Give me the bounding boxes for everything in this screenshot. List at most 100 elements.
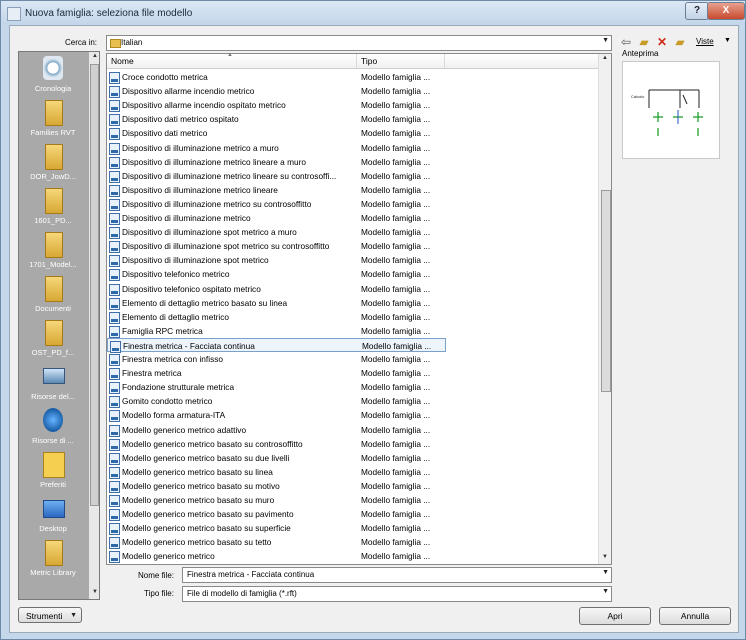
file-row[interactable]: Modello generico metrico adattivo Modello… [107,423,598,437]
file-name-cell: Dispositivo di illuminazione metrico lin… [122,170,337,181]
place-desktop[interactable]: Desktop [19,496,87,540]
file-row[interactable]: Dispositivo dati metrico ospitato Modello… [107,112,598,127]
file-row[interactable]: Dispositivo telefonico ospitato metrico M… [107,282,598,296]
cancel-button[interactable]: Annulla [659,607,731,625]
file-row[interactable]: Dispositivo di illuminazione spot metric… [107,239,598,254]
file-row[interactable]: Dispositivo di illuminazione metrico lin… [107,169,598,183]
file-list-scrollbar[interactable]: ▲ ▼ [598,54,611,564]
file-list-scroll-thumb[interactable] [601,190,611,392]
place-1601[interactable]: 1601_PD... [19,188,87,232]
file-row[interactable]: Finestra metrica Modello famiglia ... [107,366,598,381]
chevron-down-icon[interactable]: ▼ [602,569,609,576]
file-row[interactable]: Dispositivo di illuminazione spot metric… [107,225,598,240]
column-header-type[interactable]: Tipo [361,56,377,66]
column-divider[interactable] [444,54,445,68]
file-row[interactable]: Modello generico metrico basato su due l… [107,451,598,465]
views-button[interactable]: Viste [696,37,714,46]
file-name-cell: Modello forma armatura-ITA [122,410,226,421]
file-type-cell: Modello famiglia ... [361,184,431,195]
file-row[interactable]: Fondazione strutturale metrica Modello fa… [107,380,598,395]
file-row[interactable]: Modello generico metrico Modello famiglia… [107,549,598,564]
file-row[interactable]: Dispositivo di illuminazione spot metric… [107,253,598,268]
help-button[interactable]: ? [685,2,709,20]
file-row[interactable]: Elemento di dettaglio metrico Modello fam… [107,310,598,324]
close-button[interactable]: X [707,2,745,20]
file-row[interactable]: Dispositivo di illuminazione metrico lin… [107,155,598,169]
place-computer[interactable]: Risorse del... [19,364,87,408]
place-network[interactable]: Risorse di ... [19,408,87,452]
file-name-cell: Modello generico metrico basato su linea [122,466,273,477]
file-name-cell: Modello generico metrico [122,551,215,562]
scroll-up-arrow-icon[interactable]: ▲ [92,53,98,59]
file-row[interactable]: Dispositivo dati metrico Modello famiglia… [107,126,598,141]
rft-file-icon [109,184,120,197]
places-scrollbar[interactable]: ▲ ▼ [89,52,99,599]
up-folder-icon[interactable]: ▰ [636,34,652,50]
file-row[interactable]: Dispositivo allarme incendio metrico Mode… [107,84,598,99]
chevron-down-icon[interactable]: ▼ [602,37,609,44]
column-header-name[interactable]: Nome [111,56,134,66]
file-row[interactable]: Dispositivo di illuminazione metrico su … [107,197,598,211]
file-row[interactable]: Modello generico metrico basato su contr… [107,437,598,451]
file-row[interactable]: Dispositivo allarme incendio ospitato me… [107,98,598,113]
look-in-value: Italian [121,38,143,47]
title-bar[interactable]: Nuova famiglia: seleziona file modello ?… [1,1,745,25]
place-1701[interactable]: 1701_Model... [19,232,87,276]
tools-button[interactable]: Strumenti ▼ [18,607,82,623]
chevron-down-icon[interactable]: ▼ [602,588,609,595]
back-arrow-icon[interactable]: ⇦ [618,34,634,50]
file-name-input[interactable]: Finestra metrica - Facciata continua ▼ [182,567,612,583]
chevron-down-icon[interactable]: ▼ [70,608,77,624]
file-name-label: Nome file: [138,571,175,580]
file-type-select[interactable]: File di modello di famiglia (*.rft) ▼ [182,586,612,602]
column-divider[interactable] [356,54,357,68]
place-families-rvt[interactable]: Families RVT [19,100,87,144]
rft-file-icon [109,424,120,437]
file-row[interactable]: Modello generico metrico basato su pavim… [107,507,598,522]
file-row[interactable]: Elemento di dettaglio metrico basato su … [107,296,598,310]
place-ost[interactable]: OST_PD_f... [19,320,87,364]
file-type-cell: Modello famiglia ... [361,297,431,308]
file-row[interactable]: Modello generico metrico basato su tetto… [107,535,598,550]
file-list[interactable]: Nome ▲ Tipo Croce condotto metrica Modell… [106,52,612,565]
places-scroll-thumb[interactable] [90,64,99,506]
chevron-down-icon[interactable]: ▼ [724,37,731,44]
file-row[interactable]: Finestra metrica - Facciata continua Mode… [107,337,446,353]
file-type-cell: Modello famiglia ... [361,72,431,82]
file-name-cell: Dispositivo di illuminazione metrico [122,213,251,223]
file-row[interactable]: Dispositivo telefonico metrico Modello fa… [107,267,598,282]
scroll-down-arrow-icon[interactable]: ▼ [602,554,608,560]
file-row[interactable]: Modello generico metrico basato su motiv… [107,479,598,493]
place-dor[interactable]: DOR_JowD... [19,144,87,188]
file-row[interactable]: Gomito condotto metrico Modello famiglia … [107,394,598,409]
scroll-up-arrow-icon[interactable]: ▲ [602,55,608,61]
file-row[interactable]: Croce condotto metrica Modello famiglia .… [107,70,598,84]
file-row[interactable]: Modello generico metrico basato su muro M… [107,493,598,507]
file-name-cell: Elemento di dettaglio metrico [122,311,229,322]
place-documents[interactable]: Documenti [19,276,87,320]
file-row[interactable]: Finestra metrica con infisso Modello fami… [107,352,598,366]
open-button[interactable]: Apri [579,607,651,625]
file-row[interactable]: Famiglia RPC metrica Modello famiglia ... [107,324,598,338]
place-metric-library[interactable]: Metric Library [19,540,87,584]
file-type-cell: Modello famiglia ... [361,156,431,167]
place-favorites[interactable]: Preferiti [19,452,87,496]
rft-file-icon [109,227,120,240]
delete-icon[interactable]: ✕ [654,34,670,50]
file-row[interactable]: Modello generico metrico basato su super… [107,521,598,536]
rft-file-icon [109,466,120,479]
file-row[interactable]: Dispositivo di illuminazione metrico lin… [107,183,598,197]
file-name-cell: Dispositivo dati metrico ospitato [122,114,239,125]
look-in-dropdown[interactable]: Italian ▼ [106,35,612,51]
file-row[interactable]: Modello forma armatura-ITA Modello famigl… [107,408,598,423]
file-row[interactable]: Dispositivo di illuminazione metrico Mode… [107,211,598,225]
file-type-cell: Modello famiglia ... [361,227,431,238]
new-folder-icon[interactable]: ▰ [672,34,688,50]
scroll-down-arrow-icon[interactable]: ▼ [92,589,98,595]
rft-file-icon [109,523,120,536]
place-label: DOR_JowD... [30,172,76,181]
rft-file-icon [109,198,120,211]
place-history[interactable]: Cronologia [19,56,87,100]
file-row[interactable]: Modello generico metrico basato su linea… [107,465,598,479]
file-row[interactable]: Dispositivo di illuminazione metrico a m… [107,141,598,155]
